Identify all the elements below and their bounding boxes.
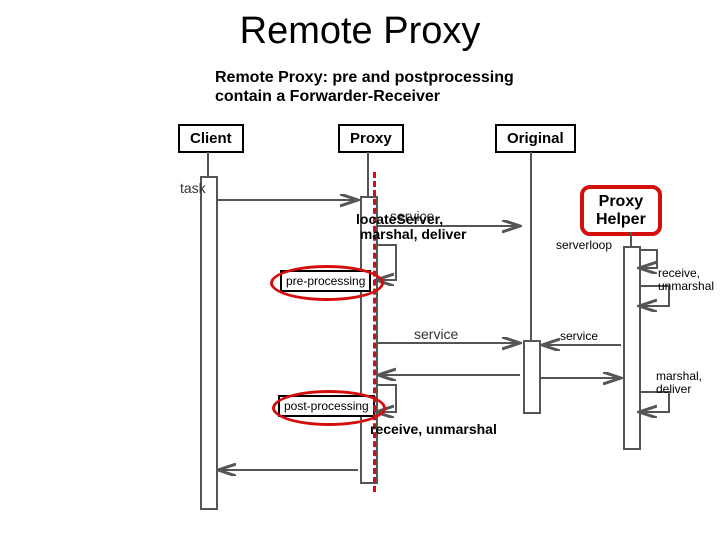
label-marshal-deliver-r: marshal, deliver — [656, 370, 702, 396]
recv-r-l2: unmarshal — [658, 279, 714, 293]
recv-r-l1: receive, — [658, 266, 700, 280]
client-box: Client — [178, 124, 244, 153]
sequence-diagram: Client Proxy Original Proxy Helper pre-p… — [160, 110, 720, 530]
client-activation — [200, 176, 218, 510]
md-r-l2: deliver — [656, 382, 691, 396]
proxy-lifeline-stem — [367, 152, 369, 196]
msg-service-mid: service — [414, 326, 458, 342]
helper-lifeline-stem — [630, 232, 632, 246]
pre-ellipse — [270, 265, 384, 301]
original-lifeline-stem — [530, 152, 532, 340]
proxy-box: Proxy — [338, 124, 404, 153]
msg-serverloop: serverloop — [556, 239, 612, 252]
md-r-l1: marshal, — [656, 369, 702, 383]
client-lifeline-stem — [207, 152, 209, 176]
subtitle-line2: contain a Forwarder-Receiver — [215, 88, 440, 105]
post-ellipse — [272, 390, 386, 426]
label-locate-server: locateServer, marshal, deliver — [356, 212, 467, 243]
locate-l2: marshal, deliver — [360, 226, 467, 242]
msg-service-right: service — [560, 330, 598, 343]
helper-activation — [623, 246, 641, 450]
original-activation — [523, 340, 541, 414]
proxy-helper-l1: Proxy — [599, 193, 643, 210]
subtitle-line1: Remote Proxy: pre and postprocessing — [215, 69, 514, 86]
label-receive-unmarshal-r: receive, unmarshal — [658, 267, 714, 293]
slide-title: Remote Proxy — [0, 10, 720, 53]
msg-task: task — [180, 180, 206, 196]
proxy-helper-box: Proxy Helper — [580, 185, 662, 236]
original-box: Original — [495, 124, 576, 153]
label-receive-unmarshal: receive, unmarshal — [370, 422, 497, 437]
locate-l1: locateServer, — [356, 211, 443, 227]
proxy-helper-l2: Helper — [596, 211, 646, 228]
subtitle: Remote Proxy: pre and postprocessing con… — [215, 68, 514, 106]
